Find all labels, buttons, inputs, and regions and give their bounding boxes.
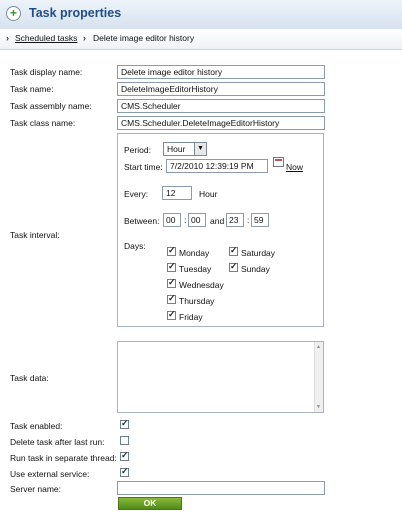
display-name-input[interactable]: Delete image editor history [117, 65, 325, 79]
chevron-right-icon: › [6, 33, 9, 43]
external-service-checkbox[interactable] [120, 466, 129, 477]
separate-thread-label: Run task in separate thread: [10, 453, 117, 463]
day-checkbox-friday[interactable] [167, 309, 176, 320]
external-service-label: Use external service: [10, 469, 90, 479]
ok-button[interactable]: OK [118, 497, 182, 510]
task-enabled-label: Task enabled: [10, 421, 63, 431]
task-data-label: Task data: [10, 373, 49, 383]
between-from-hour[interactable]: 00 [163, 213, 181, 227]
every-unit: Hour [199, 189, 218, 199]
day-label-wednesday: Wednesday [179, 280, 224, 290]
header-bar: + Task properties [0, 0, 402, 30]
assembly-name-input[interactable]: CMS.Scheduler [117, 99, 325, 113]
every-label: Every: [124, 189, 149, 199]
add-icon: + [6, 6, 21, 21]
day-label-friday: Friday [179, 312, 203, 322]
task-name-input[interactable]: DeleteImageEditorHistory [117, 82, 325, 96]
page-title: Task properties [29, 6, 122, 20]
day-checkbox-monday[interactable] [167, 245, 176, 256]
task-enabled-checkbox[interactable] [120, 418, 129, 429]
day-checkbox-saturday[interactable] [229, 245, 238, 256]
period-value: Hour [167, 144, 186, 154]
day-label-tuesday: Tuesday [179, 264, 212, 274]
between-to-hour[interactable]: 23 [226, 213, 244, 227]
period-select[interactable]: Hour ▼ [163, 142, 207, 156]
start-time-input[interactable]: 7/2/2010 12:39:19 PM [166, 159, 268, 173]
scroll-down-icon[interactable]: ▼ [316, 404, 321, 410]
class-name-label: Task class name: [10, 118, 76, 128]
server-name-label: Server name: [10, 484, 62, 494]
period-label: Period: [124, 145, 151, 155]
day-label-thursday: Thursday [179, 296, 215, 306]
between-from-minute[interactable]: 00 [188, 213, 206, 227]
class-name-input[interactable]: CMS.Scheduler.DeleteImageEditorHistory [117, 116, 325, 130]
day-checkbox-sunday[interactable] [229, 261, 238, 272]
chevron-down-icon: ▼ [194, 143, 206, 155]
between-to-minute[interactable]: 59 [251, 213, 269, 227]
day-label-saturday: Saturday [241, 248, 276, 258]
breadcrumb-current: Delete image editor history [93, 33, 195, 43]
separate-thread-checkbox[interactable] [120, 450, 129, 461]
task-name-label: Task name: [10, 84, 54, 94]
every-input[interactable]: 12 [162, 186, 192, 200]
delete-after-run-label: Delete task after last run: [10, 437, 105, 447]
chevron-right-icon: › [83, 33, 86, 43]
delete-after-run-checkbox[interactable] [120, 436, 129, 445]
breadcrumb: › Scheduled tasks › Delete image editor … [0, 29, 402, 50]
day-label-sunday: Sunday [241, 264, 270, 274]
now-link[interactable]: Now [286, 162, 303, 172]
between-label: Between: [124, 216, 160, 226]
calendar-icon[interactable] [273, 157, 284, 167]
task-data-textarea[interactable]: ▲ ▼ [117, 341, 324, 413]
day-label-monday: Monday [179, 248, 210, 258]
day-checkbox-wednesday[interactable] [167, 277, 176, 288]
days-label: Days: [124, 241, 146, 251]
day-checkbox-tuesday[interactable] [167, 261, 176, 272]
scroll-up-icon[interactable]: ▲ [316, 344, 321, 350]
day-checkbox-thursday[interactable] [167, 293, 176, 304]
scrollbar[interactable]: ▲ ▼ [314, 342, 323, 412]
time-colon: : [247, 215, 250, 225]
server-name-input[interactable] [117, 481, 325, 495]
start-time-label: Start time: [124, 162, 163, 172]
time-colon: : [184, 215, 187, 225]
and-label: and [210, 216, 225, 226]
assembly-name-label: Task assembly name: [10, 101, 92, 111]
task-interval-label: Task interval: [10, 230, 60, 240]
display-name-label: Task display name: [10, 67, 83, 77]
breadcrumb-link-scheduled-tasks[interactable]: Scheduled tasks [15, 33, 77, 43]
